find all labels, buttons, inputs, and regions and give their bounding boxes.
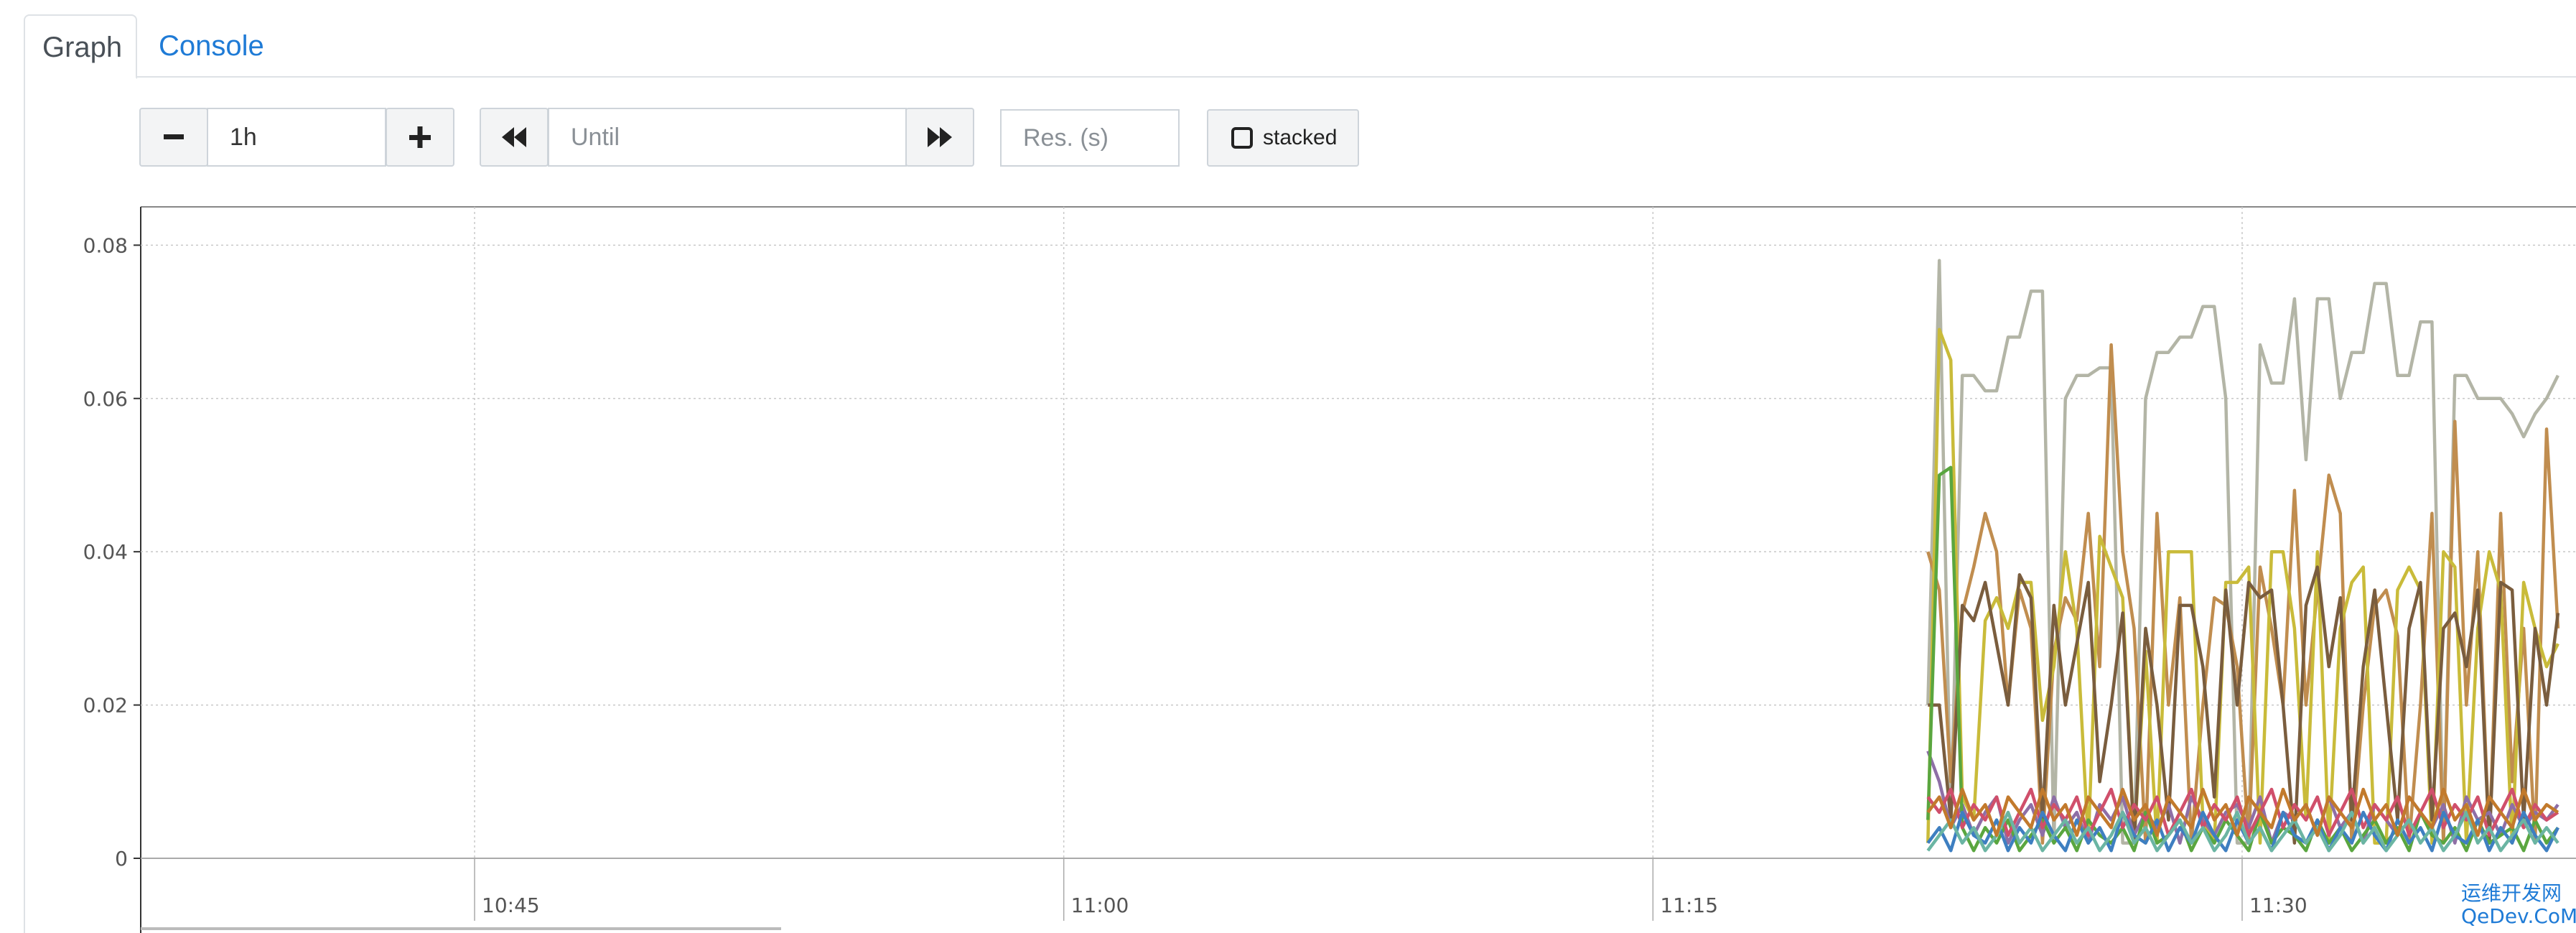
x-tick-label: 11:00: [1071, 893, 1129, 917]
x-tick-label: 10:45: [482, 893, 540, 917]
x-tick-label: 11:30: [2249, 893, 2307, 917]
x-tick-label: 11:15: [1660, 893, 1718, 917]
y-tick-label: 0.04: [83, 540, 128, 564]
y-tick-label: 0.02: [83, 694, 128, 718]
watermark-line2: QeDev.CoM: [2461, 904, 2576, 928]
y-tick-label: 0.08: [83, 233, 128, 257]
graph-chart[interactable]: 0.08 0.06 0.04 0.02 0 10:45 11:00 11:15 11:30: [0, 0, 2576, 933]
y-tick-label: 0.06: [83, 387, 128, 411]
watermark-line1: 运维开发网: [2461, 881, 2562, 905]
y-tick-label: 0: [115, 847, 128, 871]
watermark: 运维开发网 QeDev.CoM: [2461, 882, 2576, 928]
